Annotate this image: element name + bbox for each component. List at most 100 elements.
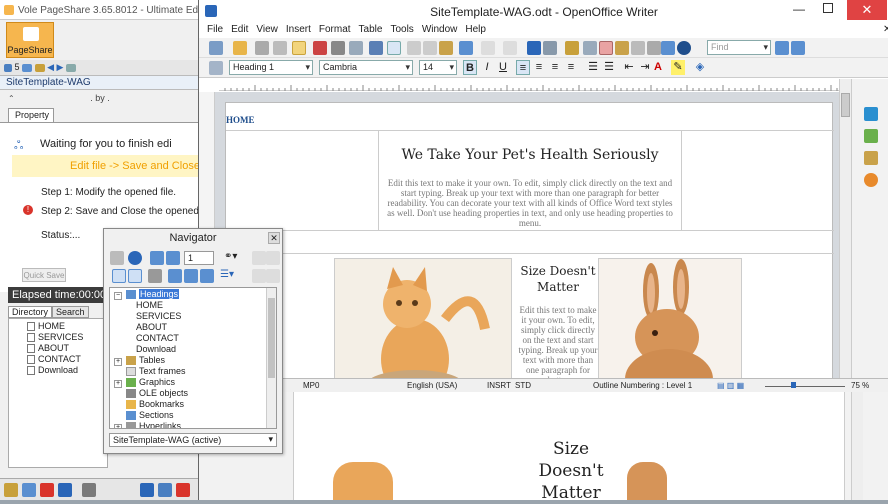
tree-scrollbar[interactable] (266, 288, 276, 428)
document-area[interactable]: HOME We Take Your Pet's Health Seriously… (215, 92, 839, 382)
font-color-icon[interactable]: A (651, 60, 665, 75)
autospell-icon[interactable] (387, 41, 401, 55)
next-icon[interactable] (166, 251, 180, 265)
clone-format-icon[interactable] (459, 41, 473, 55)
expand-icon[interactable]: + (114, 358, 122, 366)
move-up-icon[interactable] (252, 269, 266, 283)
tree-child-about[interactable]: ABOUT (136, 322, 167, 333)
size-heading[interactable]: Size Doesn't Matter (514, 263, 602, 295)
heading-levels-icon[interactable]: ☰▾ (220, 269, 234, 280)
tab-directory[interactable]: Directory (8, 306, 53, 318)
footer-icon[interactable] (184, 269, 198, 283)
undo-icon[interactable] (481, 41, 495, 55)
header-icon[interactable] (168, 269, 182, 283)
gallery-icon[interactable] (615, 41, 629, 55)
folder-icon[interactable] (34, 63, 45, 72)
tree-item-tables[interactable]: + Tables (114, 355, 165, 366)
dir-item-home[interactable]: HOME (27, 321, 65, 332)
pdf-icon[interactable] (40, 483, 54, 497)
edit-mode-icon[interactable] (292, 41, 306, 55)
list-box-icon[interactable] (112, 269, 126, 283)
menu-edit[interactable]: Edit (231, 24, 248, 35)
move-down-icon[interactable] (266, 269, 280, 283)
menu-file[interactable]: File (207, 24, 223, 35)
zoom-icon[interactable] (661, 41, 675, 55)
doc-icon[interactable] (58, 483, 72, 497)
status-zoom[interactable]: 75 % (851, 381, 869, 390)
close-doc-icon[interactable]: ✕ (883, 24, 888, 35)
quick-save-button[interactable]: Quick Save (22, 268, 66, 282)
lower-scrollbar[interactable] (851, 392, 863, 500)
italic-button[interactable]: I (480, 60, 494, 75)
increase-indent-icon[interactable]: ⇥ (638, 60, 652, 75)
page-number-input[interactable]: 1 (184, 251, 214, 265)
align-left-icon[interactable]: ≡ (516, 60, 530, 75)
paste-icon[interactable] (439, 41, 453, 55)
maximize-icon[interactable] (823, 3, 833, 13)
close-button[interactable]: ✕ (847, 0, 887, 20)
tree-scroll-thumb[interactable] (268, 298, 275, 378)
styles-sidebar-icon[interactable] (864, 129, 878, 143)
tree-item-headings[interactable]: − Headings (114, 289, 180, 300)
main-heading[interactable]: We Take Your Pet's Health Seriously (378, 147, 682, 163)
decrease-indent-icon[interactable]: ⇤ (622, 60, 636, 75)
tab-search[interactable]: Search (52, 306, 89, 318)
save-icon[interactable] (255, 41, 269, 55)
size-body-text[interactable]: Edit this text to make it your own. To e… (516, 305, 600, 382)
formatting-marks-icon[interactable] (647, 41, 661, 55)
tree-child-home[interactable]: HOME (136, 300, 163, 311)
highlight-icon[interactable]: ✎ (671, 60, 685, 75)
dir-item-about[interactable]: ABOUT (27, 343, 69, 354)
bold-button[interactable]: B (463, 60, 477, 75)
paragraph-style-select[interactable]: Heading 1 (229, 60, 313, 75)
styles-icon[interactable] (209, 61, 223, 75)
status-insert-mode[interactable]: INSRT (487, 381, 511, 390)
dir-item-download[interactable]: Download (27, 365, 78, 376)
new-icon[interactable] (209, 41, 223, 55)
dir-item-services[interactable]: SERVICES (27, 332, 83, 343)
open-icon[interactable] (233, 41, 247, 55)
copy-icon[interactable] (423, 41, 437, 55)
tree-child-contact[interactable]: CONTACT (136, 333, 179, 344)
tree-item-sections[interactable]: Sections (126, 410, 174, 421)
menu-view[interactable]: View (256, 24, 278, 35)
document-page[interactable]: HOME We Take Your Pet's Health Seriously… (225, 102, 834, 382)
content-view-icon[interactable] (128, 269, 142, 283)
web-icon[interactable] (158, 483, 172, 497)
tool-icon[interactable] (22, 63, 33, 72)
cut-icon[interactable] (407, 41, 421, 55)
navigator-sidebar-icon[interactable] (864, 173, 878, 187)
property-tab[interactable]: Property (8, 108, 54, 122)
redo-icon[interactable] (503, 41, 517, 55)
align-right-icon[interactable]: ≡ (548, 60, 562, 75)
numbering-icon[interactable]: ☰ (586, 60, 600, 75)
justify-icon[interactable]: ≡ (564, 60, 578, 75)
back-arrow-icon[interactable]: ◀ (47, 62, 54, 72)
collapse-icon[interactable]: − (114, 292, 122, 300)
page-icon[interactable] (4, 63, 12, 72)
pdf-export-icon[interactable] (313, 41, 327, 55)
status-selection-mode[interactable]: STD (515, 381, 531, 390)
demote-icon[interactable] (266, 251, 280, 265)
underline-button[interactable]: U (496, 60, 510, 75)
print-preview-icon[interactable] (349, 41, 363, 55)
refresh-icon[interactable] (65, 63, 76, 72)
forward-arrow-icon[interactable]: ▶ (57, 62, 64, 72)
lower-size-heading[interactable]: Size Doesn't Matter (521, 438, 621, 504)
refresh-icon[interactable] (82, 483, 96, 497)
set-reminder-icon[interactable] (148, 269, 162, 283)
horizontal-ruler[interactable] (219, 79, 839, 91)
home-link[interactable]: HOME (226, 115, 255, 125)
pageshare-document-name[interactable]: SiteTemplate-WAG (0, 76, 200, 90)
minimize-icon[interactable]: — (793, 2, 805, 16)
navigator-toggle-icon[interactable] (599, 41, 613, 55)
tree-child-services[interactable]: SERVICES (136, 311, 181, 322)
kitten-image[interactable] (334, 258, 512, 382)
drag-mode-icon[interactable]: ⚭▾ (224, 251, 237, 262)
menu-window[interactable]: Window (422, 24, 458, 35)
view-layout-icon[interactable]: ▤ ▥ ▦ (717, 381, 744, 390)
zoom-slider-thumb[interactable] (791, 382, 796, 388)
find-previous-icon[interactable] (791, 41, 805, 55)
print-icon[interactable] (331, 41, 345, 55)
tree-item-text-frames[interactable]: Text frames (126, 366, 186, 377)
